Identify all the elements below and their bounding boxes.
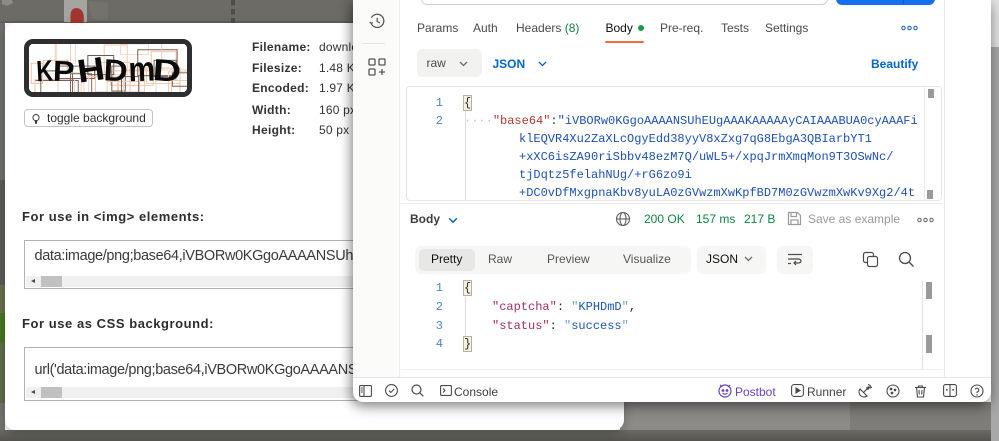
svg-text:K: K <box>36 55 55 89</box>
svg-text:D: D <box>103 52 129 88</box>
svg-text:P: P <box>52 56 75 89</box>
svg-text:D: D <box>152 52 183 89</box>
